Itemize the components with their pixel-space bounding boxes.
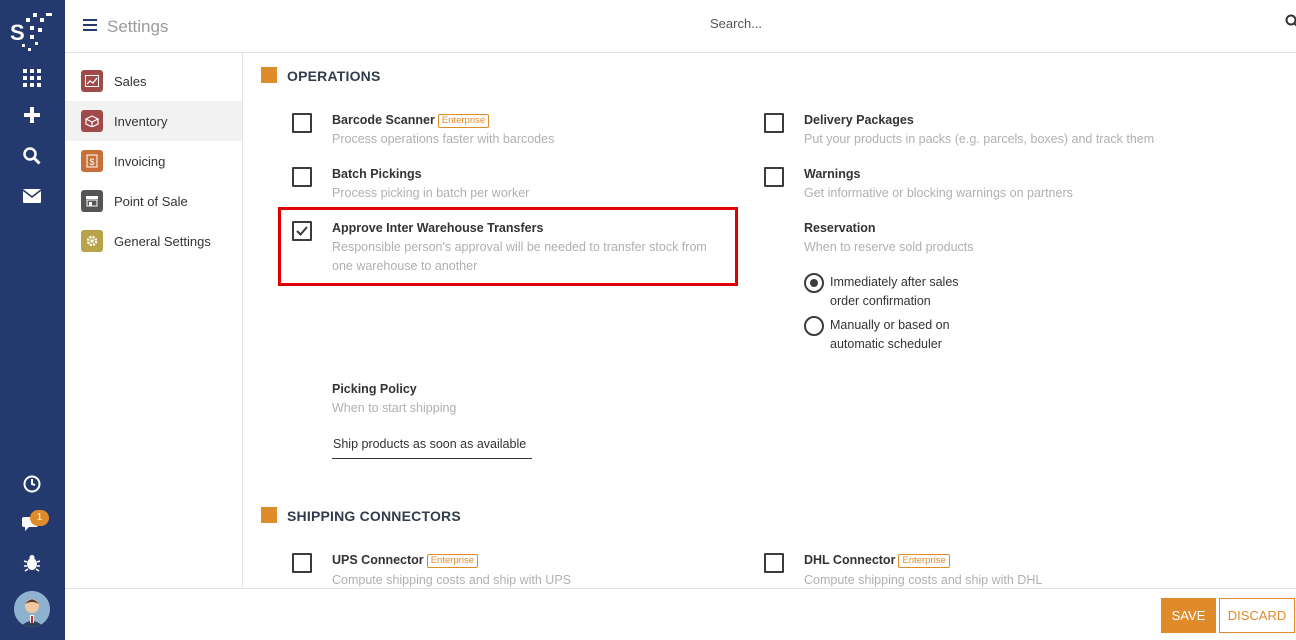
reservation-option-manual: Manually or based on automatic scheduler — [830, 316, 950, 354]
dhl-connector-desc: Compute shipping costs and ship with DHL — [804, 573, 1043, 587]
reservation-radio-manual[interactable] — [804, 316, 824, 336]
radio-label-line: automatic scheduler — [830, 337, 942, 351]
sidebar-item-general-settings[interactable]: General Settings — [65, 221, 242, 261]
reservation-title: Reservation — [804, 221, 876, 235]
search-icon[interactable] — [20, 144, 44, 168]
user-avatar[interactable] — [14, 591, 50, 627]
enterprise-badge: Enterprise — [437, 114, 490, 128]
warnings-checkbox[interactable] — [764, 167, 784, 187]
save-button[interactable]: SAVE — [1161, 598, 1216, 633]
barcode-scanner-title: Barcode Scanner Enterprise — [332, 113, 490, 128]
reservation-radio-immediately[interactable] — [804, 273, 824, 293]
top-bar: Settings — [65, 0, 1296, 53]
barcode-scanner-desc: Process operations faster with barcodes — [332, 132, 555, 146]
ups-connector-label: UPS Connector — [332, 553, 424, 567]
radio-label-line: Manually or based on — [830, 318, 950, 332]
delivery-packages-checkbox[interactable] — [764, 113, 784, 133]
highlight-box — [278, 207, 738, 286]
settings-app-menu: Sales Inventory $ Invoicing Point of Sal… — [65, 53, 243, 588]
discard-button[interactable]: DISCARD — [1219, 598, 1295, 633]
ups-connector-title: UPS Connector Enterprise — [332, 553, 478, 568]
sidebar-item-invoicing[interactable]: $ Invoicing — [65, 141, 242, 181]
menu-toggle-icon[interactable] — [83, 19, 97, 33]
sidebar-item-inventory[interactable]: Inventory — [65, 101, 242, 141]
sidebar-item-sales[interactable]: Sales — [65, 61, 242, 101]
settings-content: OPERATIONS Barcode Scanner Enterprise Pro… — [244, 53, 1296, 588]
ups-connector-desc: Compute shipping costs and ship with UPS — [332, 573, 572, 587]
dhl-connector-label: DHL Connector — [804, 553, 896, 567]
gear-icon — [81, 230, 103, 252]
app-rail: S 1 — [0, 0, 65, 640]
notification-badge: 1 — [30, 510, 49, 526]
batch-pickings-desc: Process picking in batch per worker — [332, 186, 530, 200]
apps-grid-icon[interactable] — [20, 66, 44, 90]
search-submit-icon[interactable] — [1285, 14, 1296, 28]
section-marker — [261, 67, 277, 83]
ups-connector-checkbox[interactable] — [292, 553, 312, 573]
app-logo[interactable]: S — [8, 8, 58, 52]
dhl-connector-checkbox[interactable] — [764, 553, 784, 573]
warnings-desc: Get informative or blocking warnings on … — [804, 186, 1073, 200]
sidebar-item-label: Invoicing — [114, 153, 166, 169]
barcode-scanner-checkbox[interactable] — [292, 113, 312, 133]
store-icon — [81, 190, 103, 212]
batch-pickings-checkbox[interactable] — [292, 167, 312, 187]
picking-policy-title: Picking Policy — [332, 382, 417, 396]
warnings-title: Warnings — [804, 167, 861, 181]
bug-icon[interactable] — [20, 551, 44, 575]
reservation-desc: When to reserve sold products — [804, 240, 974, 254]
enterprise-badge: Enterprise — [426, 554, 478, 568]
section-title-shipping: SHIPPING CONNECTORS — [287, 508, 461, 524]
delivery-packages-title: Delivery Packages — [804, 113, 914, 127]
sidebar-item-point-of-sale[interactable]: Point of Sale — [65, 181, 242, 221]
batch-pickings-title: Batch Pickings — [332, 167, 422, 181]
plus-icon[interactable] — [20, 103, 44, 127]
delivery-packages-desc: Put your products in packs (e.g. parcels… — [804, 132, 1155, 146]
section-title-operations: OPERATIONS — [287, 68, 381, 84]
clock-icon[interactable] — [20, 472, 44, 496]
picking-policy-select[interactable]: Ship products as soon as available — [332, 433, 532, 459]
reservation-option-immediately: Immediately after sales order confirmati… — [830, 273, 959, 311]
sidebar-item-label: Sales — [114, 73, 147, 89]
picking-policy-desc: When to start shipping — [332, 401, 457, 415]
svg-text:S: S — [10, 20, 25, 45]
mail-icon[interactable] — [20, 184, 44, 208]
dhl-connector-title: DHL Connector Enterprise — [804, 553, 950, 568]
radio-label-line: order confirmation — [830, 294, 931, 308]
section-marker — [261, 507, 277, 523]
inventory-box-icon — [81, 110, 103, 132]
barcode-scanner-label: Barcode Scanner — [332, 113, 435, 127]
sales-chart-icon — [81, 70, 103, 92]
radio-label-line: Immediately after sales — [830, 275, 959, 289]
sidebar-item-label: Point of Sale — [114, 193, 188, 209]
footer-bar: SAVE DISCARD — [65, 588, 1296, 640]
search-input[interactable] — [710, 13, 1280, 33]
sidebar-item-label: General Settings — [114, 233, 211, 249]
svg-text:$: $ — [90, 157, 95, 167]
enterprise-badge: Enterprise — [898, 554, 950, 568]
page-title: Settings — [107, 17, 169, 36]
invoice-dollar-icon: $ — [81, 150, 103, 172]
sidebar-item-label: Inventory — [114, 113, 168, 129]
